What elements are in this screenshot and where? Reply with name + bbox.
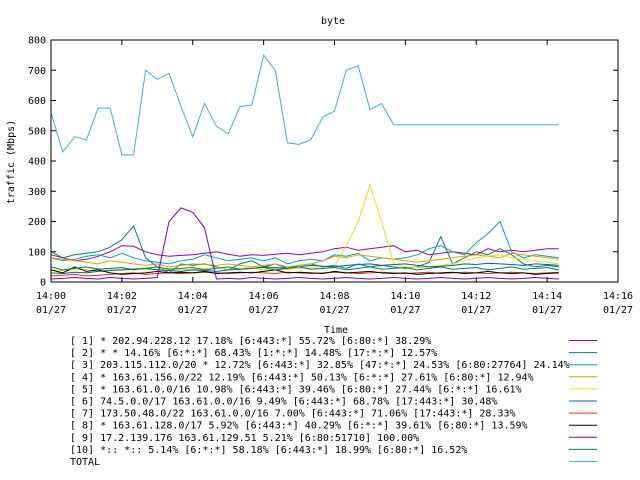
legend-entry-label: [ 4] * 163.61.156.0/22 12.19% [6:443:*] … [70,372,534,383]
legend-entry-label: [ 1] * 202.94.228.12 17.18% [6:443:*] 55… [70,336,431,347]
legend-entry-label: [ 9] 17.2.139.176 163.61.129.51 5.21% [6… [70,433,419,444]
legend-entry-label: [ 5] * 163.61.0.0/16 10.98% [6:443:*] 39… [70,384,522,395]
legend-entry-label: [ 2] * * 14.16% [6:*:*] 68.43% [1:*:*] 1… [70,348,437,359]
x-tick-label-date: 01/27 [603,305,633,316]
x-tick-label-time: 14:14 [532,291,562,302]
plot-frame [50,39,619,283]
y-tick-label: 0 [40,278,46,289]
x-tick-label-date: 01/27 [461,305,491,316]
x-axis-label: Time [324,325,348,336]
x-tick-label-date: 01/27 [36,305,66,316]
y-tick-label: 500 [28,126,46,137]
x-tick-label-date: 01/27 [249,305,279,316]
legend-entry-label: [ 3] 203.115.112.0/20 * 12.72% [6:443:*]… [70,360,570,371]
legend-entry-label: [ 6] 74.5.0.0/17 163.61.0.0/16 9.49% [6:… [70,397,497,408]
x-tick-label-date: 01/27 [532,305,562,316]
x-tick-label-time: 14:16 [603,291,633,302]
legend-entry-label: [ 7] 173.50.48.0/22 163.61.0.0/16 7.00% … [70,409,516,420]
x-tick-label-time: 14:10 [390,291,420,302]
y-tick-label: 600 [28,96,46,107]
legend-entry-label: [ 8] * 163.61.128.0/17 5.92% [6:443:*] 4… [70,421,528,432]
x-tick-label-time: 14:12 [461,291,491,302]
x-tick-label-date: 01/27 [178,305,208,316]
series-lines [50,53,559,280]
series-line-5 [50,183,559,272]
x-tick-label-time: 14:04 [178,291,208,302]
traffic-chart: byte traffic (Mbps) Time 0 100 200 300 400 50… [6,16,633,468]
y-tick-label: 100 [28,247,46,258]
y-tick-label: 300 [28,187,46,198]
y-tick-label: 800 [28,36,46,47]
x-tick-label-date: 01/27 [319,305,349,316]
series-line-3 [50,220,559,265]
x-tick-label-time: 14:06 [249,291,279,302]
legend: [ 1] * 202.94.228.12 17.18% [6:443:*] 55… [70,336,597,468]
chart-title: byte [321,16,345,27]
legend-entry-label: TOTAL [70,457,100,468]
series-line-11 [50,53,559,156]
y-tick-label: 700 [28,66,46,77]
y-tick-label: 400 [28,157,46,168]
x-tick-label-date: 01/27 [390,305,420,316]
y-axis-label: traffic (Mbps) [6,120,17,204]
x-tick-label-date: 01/27 [107,305,137,316]
x-tick-label-time: 14:08 [319,291,349,302]
legend-entry-label: [10] *:: *:: 5.14% [6:*:*] 58.18% [6:443… [70,445,467,456]
x-tick-label-time: 14:00 [36,291,66,302]
x-tick-label-time: 14:02 [107,291,137,302]
y-tick-label: 200 [28,217,46,228]
